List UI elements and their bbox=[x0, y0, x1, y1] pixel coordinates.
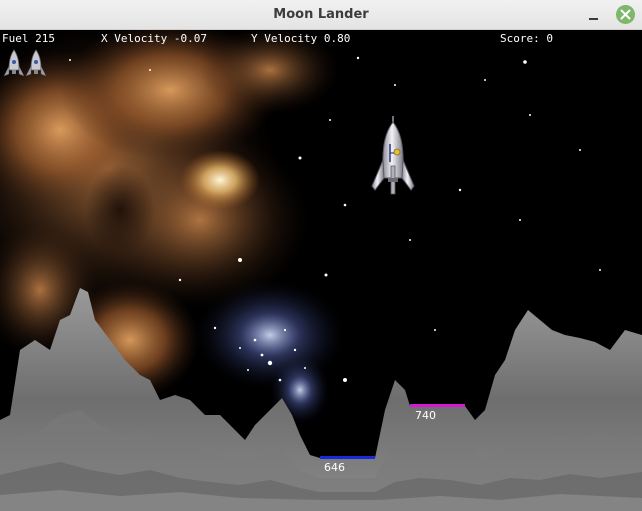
close-button[interactable] bbox=[616, 5, 635, 24]
x-velocity-readout: X Velocity -0.07 bbox=[101, 32, 207, 45]
fuel-readout: Fuel 215 bbox=[2, 32, 55, 45]
life-rocket-icon bbox=[3, 49, 25, 77]
y-velocity-readout: Y Velocity 0.80 bbox=[251, 32, 351, 45]
landing-pad-1 bbox=[320, 456, 375, 459]
close-icon bbox=[620, 9, 631, 20]
terrain bbox=[0, 288, 642, 511]
landing-pad-2-label: 740 bbox=[415, 409, 436, 422]
score-readout: Score: 0 bbox=[500, 32, 553, 45]
life-rocket-icon bbox=[25, 49, 47, 77]
minimize-icon bbox=[589, 18, 598, 20]
landing-pad-2 bbox=[410, 404, 465, 407]
app-window: Moon Lander 646 740 Fuel 215 X Velocity … bbox=[0, 0, 642, 511]
lives-indicator bbox=[3, 49, 47, 77]
rocket-icon bbox=[371, 116, 415, 195]
window-title: Moon Lander bbox=[273, 7, 369, 22]
minimize-button[interactable] bbox=[584, 6, 604, 24]
title-bar: Moon Lander bbox=[0, 0, 642, 30]
landing-pad-1-label: 646 bbox=[324, 461, 345, 474]
game-canvas[interactable]: 646 740 Fuel 215 X Velocity -0.07 Y Velo… bbox=[0, 30, 642, 511]
